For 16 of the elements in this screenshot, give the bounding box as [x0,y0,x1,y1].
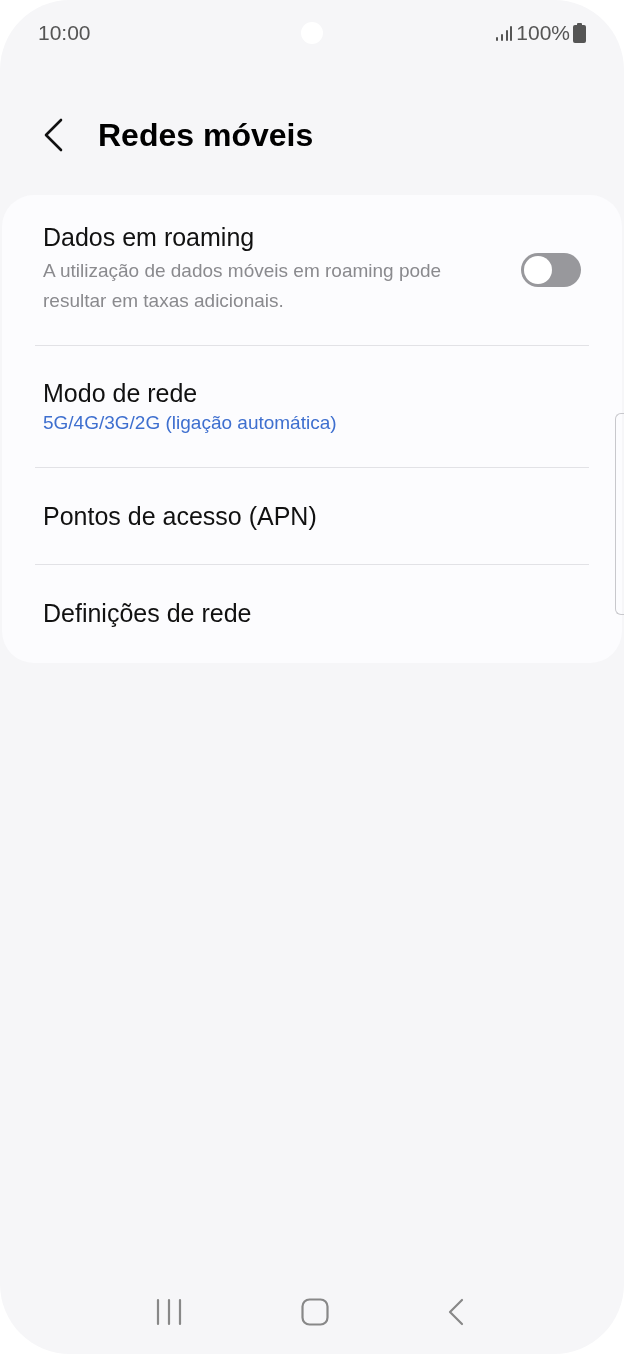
signal-icon [495,25,514,41]
item-description: A utilização de dados móveis em roaming pode resultar em taxas adicionais. [43,259,443,313]
settings-item[interactable]: Modo de rede 5G/4G/3G/2G (ligação automática) [35,346,589,467]
item-title: Pontos de acesso (APN) [43,501,318,531]
clock-time: 10:00 [38,21,91,45]
battery-percentage: 100% [516,21,570,45]
item-title: Modo de rede [43,379,199,408]
item-value: 5G/4G/3G/2G (ligação automática) [43,412,338,434]
settings-item[interactable]: Pontos de acesso (APN) [35,468,589,564]
page-title: Redes móveis [98,116,314,154]
battery-icon [573,23,586,43]
item-title: Dados em roaming [43,223,256,252]
settings-item[interactable]: Dados em roaming A utilização de dados móveis em roaming pode resultar em taxas adicionais. [35,195,589,345]
toggle-switch[interactable] [521,253,581,287]
item-title: Definições de rede [43,598,253,628]
settings-item[interactable]: Definições de rede [35,565,589,661]
